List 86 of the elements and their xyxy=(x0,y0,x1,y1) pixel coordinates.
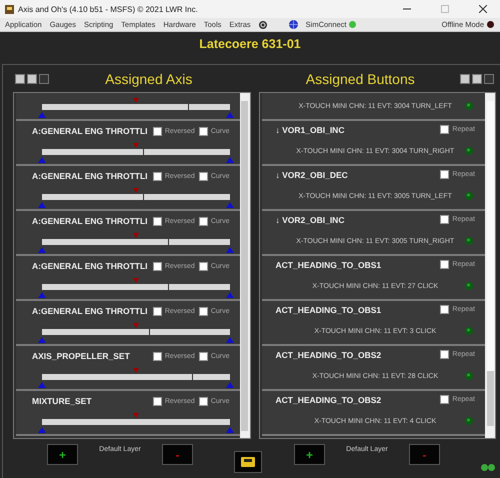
max-marker-icon[interactable] xyxy=(226,382,234,388)
checkbox[interactable] xyxy=(198,306,208,316)
axis-name: A:GENERAL ENG THROTTLI xyxy=(32,261,149,271)
button-assignment-name: ACT_HEADING_TO_OBS2 xyxy=(276,350,382,360)
axis-slider[interactable] xyxy=(42,194,230,200)
min-marker-icon[interactable] xyxy=(38,247,46,253)
max-marker-icon[interactable] xyxy=(226,112,234,118)
status-icon xyxy=(481,464,495,471)
axis-name: A:GENERAL ENG THROTTLI xyxy=(32,171,149,181)
checkbox[interactable] xyxy=(198,172,208,180)
status-led-icon xyxy=(465,372,473,380)
checkbox[interactable] xyxy=(440,260,450,270)
button-assignment-name: ACT_HEADING_TO_OBS1 xyxy=(276,304,382,315)
min-marker-icon[interactable] xyxy=(38,292,46,298)
add-layer-button[interactable]: + xyxy=(47,444,78,465)
status-led-icon xyxy=(465,417,473,426)
checkbox[interactable] xyxy=(440,215,450,224)
checkbox[interactable] xyxy=(152,306,162,316)
status-led-icon xyxy=(465,327,473,336)
status-led-icon xyxy=(465,282,473,290)
min-marker-icon[interactable] xyxy=(38,112,46,118)
status-led-icon xyxy=(465,102,473,110)
button-assignment-name: ACT_HEADING_TO_OBS2 xyxy=(276,394,382,405)
close-icon[interactable] xyxy=(479,5,487,13)
scrollbar[interactable] xyxy=(240,93,250,438)
scrollbar[interactable] xyxy=(485,93,495,438)
axis-name: AXIS_PROPELLER_SET xyxy=(32,351,131,361)
axis-slider[interactable] xyxy=(42,284,230,290)
checkbox[interactable] xyxy=(152,126,162,136)
window-title: Axis and Oh's (4.10 b51 - MSFS) © 2021 LWR Inc. xyxy=(18,4,199,14)
min-marker-icon[interactable] xyxy=(38,382,46,388)
button-assignment-name: ACT_HEADING_TO_OBS1 xyxy=(276,260,382,270)
checkbox[interactable] xyxy=(152,172,162,180)
axis-name: MIXTURE_SET xyxy=(32,396,93,406)
axis-name: A:GENERAL ENG THROTTLI xyxy=(32,216,149,226)
axis-slider[interactable] xyxy=(42,419,230,425)
checkbox[interactable] xyxy=(198,352,208,360)
add-layer-button[interactable]: + xyxy=(294,444,325,465)
button-assignment-name: ↓ VOR2_OBI_INC xyxy=(276,214,346,225)
checkbox[interactable] xyxy=(152,352,162,360)
max-marker-icon[interactable] xyxy=(226,247,234,253)
max-marker-icon[interactable] xyxy=(226,427,234,433)
axis-name: A:GENERAL ENG THROTTLI xyxy=(32,306,149,316)
checkbox[interactable] xyxy=(198,396,208,406)
checkbox[interactable] xyxy=(440,125,450,134)
max-marker-icon[interactable] xyxy=(226,292,234,298)
max-marker-icon[interactable] xyxy=(226,202,234,208)
checkbox[interactable] xyxy=(152,396,162,406)
status-led-icon xyxy=(465,147,473,156)
checkbox[interactable] xyxy=(440,350,450,360)
status-led-icon xyxy=(465,192,473,200)
min-marker-icon[interactable] xyxy=(38,427,46,433)
panel-heading: Assigned Axis xyxy=(104,70,194,86)
checkbox[interactable] xyxy=(440,395,450,404)
checkbox[interactable] xyxy=(198,216,208,226)
checkbox[interactable] xyxy=(152,216,162,226)
globe-icon xyxy=(288,20,298,29)
checkbox[interactable] xyxy=(198,262,208,270)
save-button[interactable] xyxy=(234,451,262,473)
max-marker-icon[interactable] xyxy=(226,337,234,343)
grid-view-button[interactable] xyxy=(472,74,482,84)
button-assignment-name: ↓ VOR2_OBI_DEC xyxy=(276,170,349,180)
help-icon xyxy=(258,20,267,28)
checkbox[interactable] xyxy=(152,262,162,270)
max-marker-icon[interactable] xyxy=(226,157,234,163)
min-marker-icon[interactable] xyxy=(38,157,46,163)
axis-slider[interactable] xyxy=(42,149,230,155)
drive-icon xyxy=(241,457,255,467)
button-assignment-name: ↓ VOR1_OBI_INC xyxy=(276,124,346,135)
grid-view-button[interactable] xyxy=(27,74,37,84)
status-led-icon xyxy=(465,237,473,246)
checkbox[interactable] xyxy=(440,305,450,314)
list-view-button[interactable] xyxy=(460,74,470,84)
axis-name: A:GENERAL ENG THROTTLI xyxy=(32,126,149,136)
panel-heading: Assigned Buttons xyxy=(304,70,416,86)
axis-slider[interactable] xyxy=(42,329,230,335)
min-marker-icon[interactable] xyxy=(38,337,46,343)
min-marker-icon[interactable] xyxy=(38,202,46,208)
list-view-button[interactable] xyxy=(15,74,25,84)
axis-slider[interactable] xyxy=(42,104,230,110)
profile-title: Latecoere 631-01 xyxy=(198,36,302,53)
checkbox[interactable] xyxy=(198,126,208,136)
checkbox[interactable] xyxy=(440,170,450,180)
axis-slider[interactable] xyxy=(42,374,230,380)
axis-slider[interactable] xyxy=(42,239,230,245)
app-icon xyxy=(5,4,14,14)
